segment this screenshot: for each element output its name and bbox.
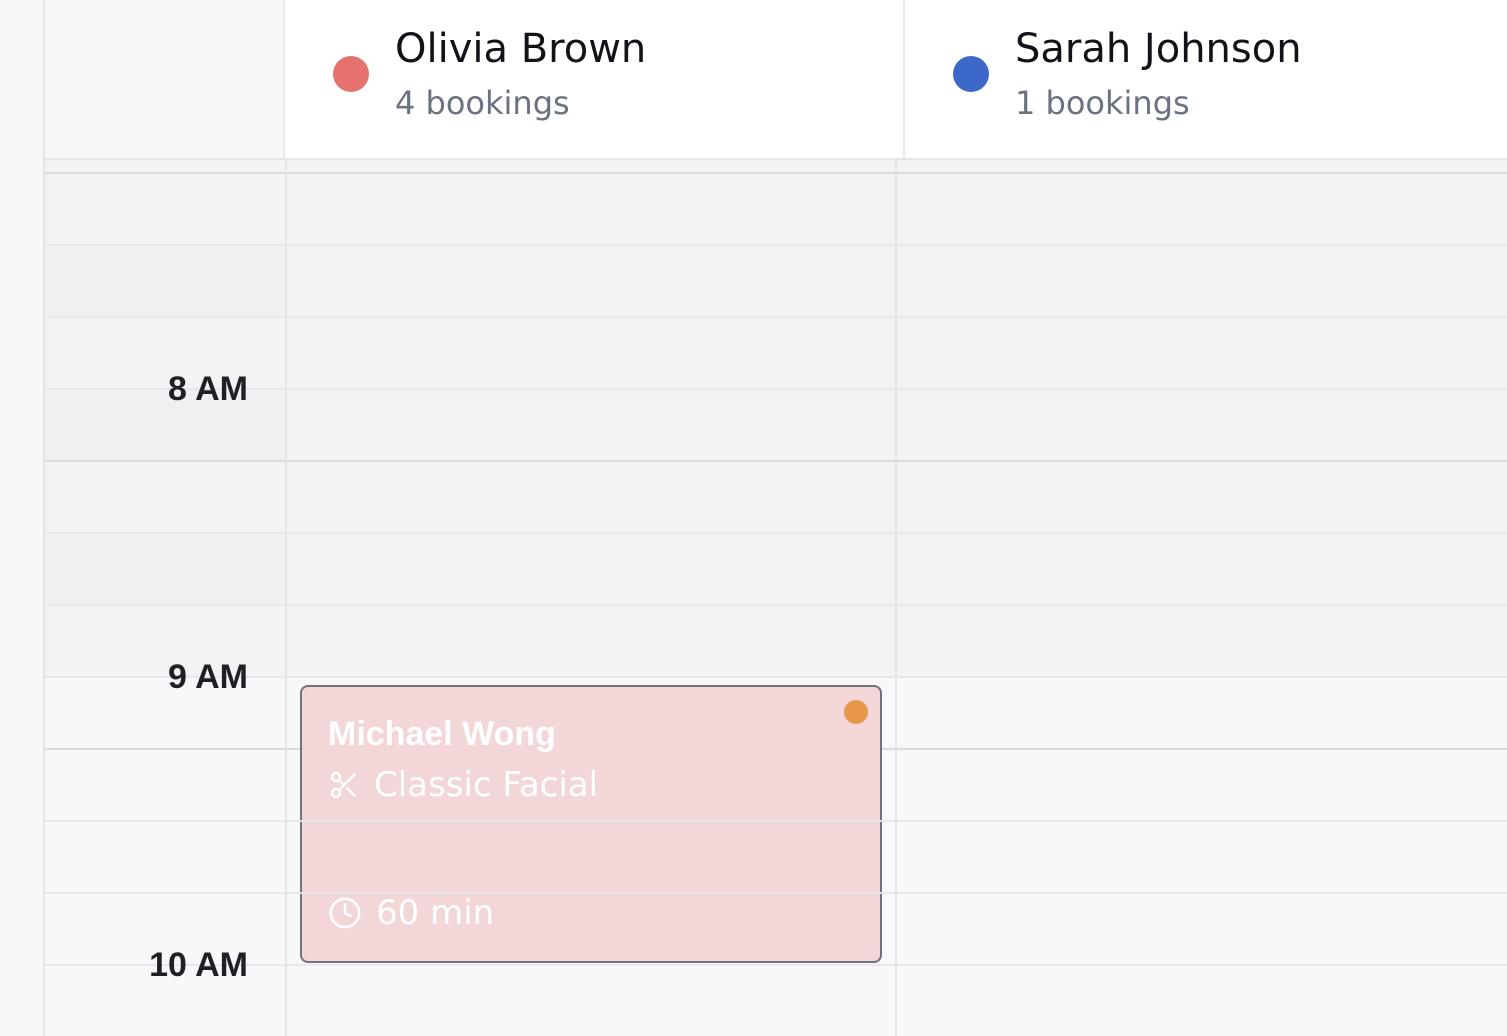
sidebar-edge	[0, 0, 45, 1036]
staff-header-sarah-johnson[interactable]: Sarah Johnson 1 bookings	[905, 0, 1507, 160]
time-label-9am: 9 AM	[168, 658, 248, 696]
staff-booking-count: 4 bookings	[395, 84, 570, 122]
booking-client-name: Michael Wong	[328, 715, 556, 753]
scissors-icon	[328, 769, 360, 801]
staff-column-divider	[895, 160, 897, 1036]
booking-duration-row: 60 min	[328, 893, 494, 933]
slot-line	[45, 532, 1507, 534]
staff-color-dot	[953, 56, 989, 92]
slot-line	[45, 172, 1507, 174]
slot-line	[45, 604, 1507, 606]
time-column-shade	[45, 532, 285, 604]
slot-line	[300, 820, 882, 822]
booking-service-row: Classic Facial	[328, 765, 598, 805]
time-label-10am: 10 AM	[149, 946, 248, 984]
slot-line	[45, 388, 1507, 390]
slot-line	[45, 244, 1507, 246]
time-column-divider	[285, 160, 287, 1036]
slot-line	[45, 964, 1507, 966]
staff-name: Sarah Johnson	[1015, 26, 1302, 72]
staff-header-olivia-brown[interactable]: Olivia Brown 4 bookings	[285, 0, 905, 160]
staff-name: Olivia Brown	[395, 26, 647, 72]
time-label-8am: 8 AM	[168, 370, 248, 408]
slot-line	[45, 460, 1507, 462]
time-column-header	[45, 0, 285, 160]
booking-duration: 60 min	[376, 893, 495, 933]
slot-line	[45, 316, 1507, 318]
time-column-shade	[45, 244, 285, 316]
slot-line	[45, 676, 1507, 678]
staff-color-dot	[333, 56, 369, 92]
slot-line	[300, 892, 882, 894]
clock-icon	[328, 896, 362, 930]
booking-service-name: Classic Facial	[374, 765, 599, 805]
booking-card[interactable]: Michael Wong Classic Facial 60 min	[300, 685, 882, 963]
booking-status-dot	[844, 700, 868, 724]
staff-booking-count: 1 bookings	[1015, 84, 1190, 122]
